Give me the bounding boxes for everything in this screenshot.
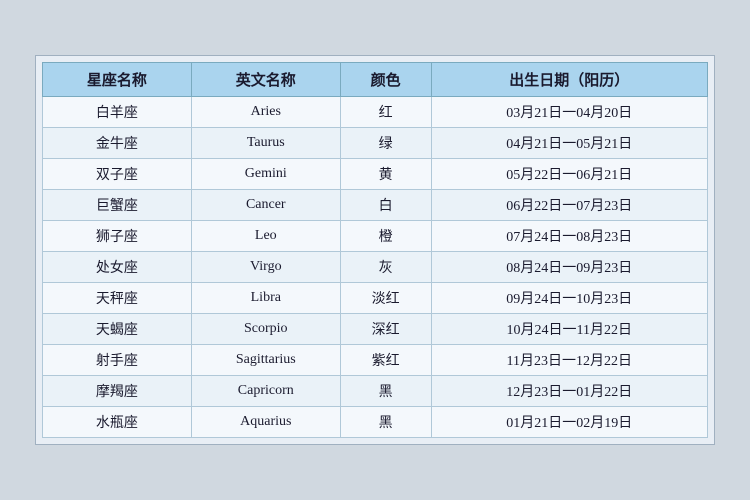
cell-english: Aries bbox=[191, 97, 340, 128]
cell-chinese: 狮子座 bbox=[43, 221, 192, 252]
col-header-dates: 出生日期（阳历） bbox=[431, 63, 707, 97]
cell-color: 绿 bbox=[340, 128, 431, 159]
table-row: 双子座Gemini黄05月22日一06月21日 bbox=[43, 159, 708, 190]
cell-dates: 03月21日一04月20日 bbox=[431, 97, 707, 128]
cell-chinese: 摩羯座 bbox=[43, 376, 192, 407]
cell-english: Scorpio bbox=[191, 314, 340, 345]
cell-english: Taurus bbox=[191, 128, 340, 159]
cell-chinese: 处女座 bbox=[43, 252, 192, 283]
cell-dates: 07月24日一08月23日 bbox=[431, 221, 707, 252]
cell-english: Aquarius bbox=[191, 407, 340, 438]
cell-english: Libra bbox=[191, 283, 340, 314]
cell-dates: 10月24日一11月22日 bbox=[431, 314, 707, 345]
table-row: 天秤座Libra淡红09月24日一10月23日 bbox=[43, 283, 708, 314]
cell-chinese: 水瓶座 bbox=[43, 407, 192, 438]
cell-chinese: 天秤座 bbox=[43, 283, 192, 314]
cell-color: 白 bbox=[340, 190, 431, 221]
table-row: 水瓶座Aquarius黑01月21日一02月19日 bbox=[43, 407, 708, 438]
table-row: 处女座Virgo灰08月24日一09月23日 bbox=[43, 252, 708, 283]
cell-english: Cancer bbox=[191, 190, 340, 221]
cell-english: Gemini bbox=[191, 159, 340, 190]
cell-chinese: 白羊座 bbox=[43, 97, 192, 128]
cell-dates: 11月23日一12月22日 bbox=[431, 345, 707, 376]
cell-english: Leo bbox=[191, 221, 340, 252]
cell-dates: 12月23日一01月22日 bbox=[431, 376, 707, 407]
cell-color: 深红 bbox=[340, 314, 431, 345]
cell-color: 橙 bbox=[340, 221, 431, 252]
cell-color: 黑 bbox=[340, 407, 431, 438]
table-row: 巨蟹座Cancer白06月22日一07月23日 bbox=[43, 190, 708, 221]
cell-dates: 06月22日一07月23日 bbox=[431, 190, 707, 221]
cell-dates: 01月21日一02月19日 bbox=[431, 407, 707, 438]
table-row: 天蝎座Scorpio深红10月24日一11月22日 bbox=[43, 314, 708, 345]
cell-chinese: 天蝎座 bbox=[43, 314, 192, 345]
cell-chinese: 双子座 bbox=[43, 159, 192, 190]
cell-dates: 05月22日一06月21日 bbox=[431, 159, 707, 190]
cell-chinese: 射手座 bbox=[43, 345, 192, 376]
cell-color: 淡红 bbox=[340, 283, 431, 314]
col-header-color: 颜色 bbox=[340, 63, 431, 97]
cell-color: 灰 bbox=[340, 252, 431, 283]
cell-chinese: 巨蟹座 bbox=[43, 190, 192, 221]
cell-color: 紫红 bbox=[340, 345, 431, 376]
cell-dates: 04月21日一05月21日 bbox=[431, 128, 707, 159]
cell-english: Virgo bbox=[191, 252, 340, 283]
table-row: 狮子座Leo橙07月24日一08月23日 bbox=[43, 221, 708, 252]
table-row: 金牛座Taurus绿04月21日一05月21日 bbox=[43, 128, 708, 159]
cell-color: 黑 bbox=[340, 376, 431, 407]
cell-dates: 08月24日一09月23日 bbox=[431, 252, 707, 283]
table-row: 射手座Sagittarius紫红11月23日一12月22日 bbox=[43, 345, 708, 376]
table-row: 摩羯座Capricorn黑12月23日一01月22日 bbox=[43, 376, 708, 407]
table-header-row: 星座名称 英文名称 颜色 出生日期（阳历） bbox=[43, 63, 708, 97]
cell-english: Capricorn bbox=[191, 376, 340, 407]
zodiac-table-container: 星座名称 英文名称 颜色 出生日期（阳历） 白羊座Aries红03月21日一04… bbox=[35, 55, 715, 445]
col-header-chinese: 星座名称 bbox=[43, 63, 192, 97]
table-row: 白羊座Aries红03月21日一04月20日 bbox=[43, 97, 708, 128]
cell-chinese: 金牛座 bbox=[43, 128, 192, 159]
cell-color: 红 bbox=[340, 97, 431, 128]
zodiac-table: 星座名称 英文名称 颜色 出生日期（阳历） 白羊座Aries红03月21日一04… bbox=[42, 62, 708, 438]
cell-english: Sagittarius bbox=[191, 345, 340, 376]
cell-color: 黄 bbox=[340, 159, 431, 190]
cell-dates: 09月24日一10月23日 bbox=[431, 283, 707, 314]
col-header-english: 英文名称 bbox=[191, 63, 340, 97]
zodiac-table-body: 白羊座Aries红03月21日一04月20日金牛座Taurus绿04月21日一0… bbox=[43, 97, 708, 438]
